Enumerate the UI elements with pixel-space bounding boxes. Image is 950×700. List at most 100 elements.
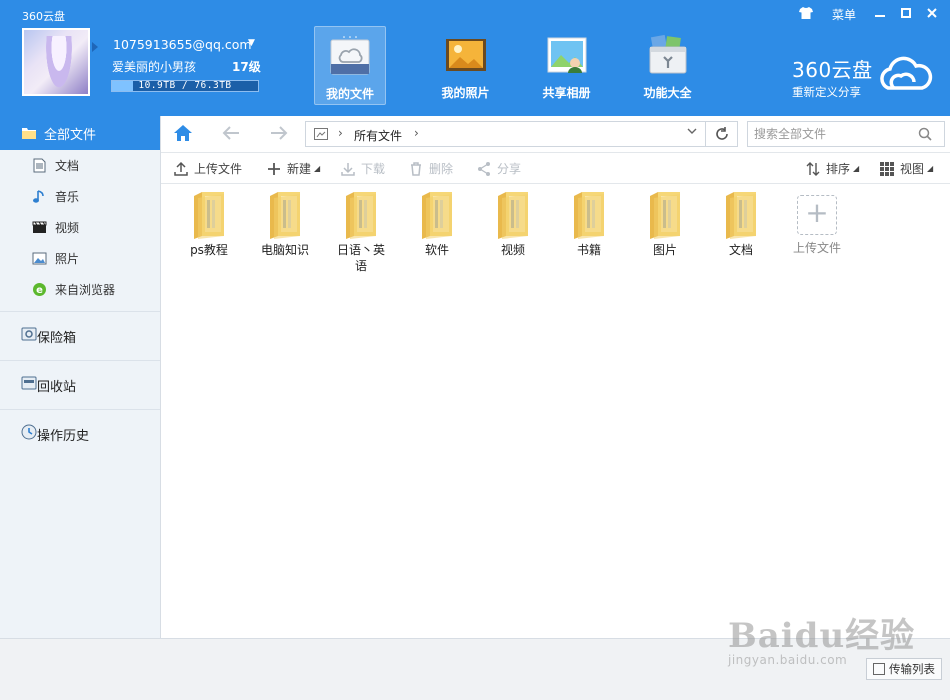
sort-button[interactable]: 排序 ◢ xyxy=(805,160,859,177)
folder-item[interactable]: 视频 xyxy=(475,190,551,258)
upload-tile[interactable]: + 上传文件 xyxy=(779,190,855,256)
photo-album-icon xyxy=(444,33,488,77)
sidebar-item-vault[interactable]: 保险箱 xyxy=(0,312,160,360)
folder-name: 图片 xyxy=(652,243,677,257)
search-icon[interactable] xyxy=(918,127,932,141)
download-icon xyxy=(340,161,356,177)
plus-icon xyxy=(266,161,282,177)
cloud-folder-icon xyxy=(328,34,372,78)
tab-my-photos[interactable]: 我的照片 xyxy=(415,26,516,105)
skin-shirt-icon[interactable] xyxy=(798,6,814,23)
cloud-logo-icon xyxy=(876,54,934,94)
folder-item[interactable]: 图片 xyxy=(627,190,703,258)
sidebar-item-photos[interactable]: 照片 xyxy=(0,243,160,274)
trash-icon xyxy=(408,161,424,177)
nav-tabs: 我的文件 我的照片 共享相册 功能大全 xyxy=(314,26,718,105)
download-button[interactable]: 下载 xyxy=(340,160,385,177)
folder-item[interactable]: 日语丶英语 xyxy=(323,190,399,274)
brand-slogan: 重新定义分享 xyxy=(792,85,861,99)
tab-functions[interactable]: 功能大全 xyxy=(617,26,718,105)
sort-icon xyxy=(805,161,821,177)
tab-label: 我的文件 xyxy=(325,87,374,101)
folder-name: 软件 xyxy=(424,243,449,257)
sidebar-item-recycle[interactable]: 回收站 xyxy=(0,361,160,409)
sidebar-item-documents[interactable]: 文档 xyxy=(0,150,160,181)
brand: 360云盘 重新定义分享 xyxy=(792,54,873,100)
chevron-down-icon: ◢ xyxy=(927,164,934,173)
share-label: 分享 xyxy=(497,162,522,176)
sidebar-item-music[interactable]: 音乐 xyxy=(0,181,160,212)
view-button[interactable]: 视图 ◢ xyxy=(879,160,933,177)
folder-icon xyxy=(496,190,530,240)
refresh-button[interactable] xyxy=(706,121,738,147)
folder-item[interactable]: 软件 xyxy=(399,190,475,258)
folder-name: 视频 xyxy=(500,243,525,257)
storage-bar: 10.9TB / 76.3TB xyxy=(111,80,259,92)
user-level: 17级 xyxy=(232,60,261,74)
path-chevron-icon: › xyxy=(338,126,343,140)
new-button[interactable]: 新建 ◢ xyxy=(266,160,320,177)
chevron-down-icon[interactable]: ▼ xyxy=(248,38,255,48)
grid-view-icon xyxy=(879,161,895,177)
upload-tile-label: 上传文件 xyxy=(792,241,841,255)
clock-icon xyxy=(21,424,37,444)
path-field[interactable]: › 所有文件 › xyxy=(305,121,706,147)
sidebar-item-browser[interactable]: e 来自浏览器 xyxy=(0,274,160,305)
back-arrow-icon[interactable] xyxy=(221,124,241,147)
tab-label: 功能大全 xyxy=(643,86,692,100)
path-chevron-icon[interactable]: › xyxy=(414,126,419,140)
app-title: 360云盘 xyxy=(22,10,65,23)
storage-text: 10.9TB / 76.3TB xyxy=(138,80,232,91)
forward-arrow-icon[interactable] xyxy=(269,124,289,147)
folder-item[interactable]: 书籍 xyxy=(551,190,627,258)
sidebar-item-videos[interactable]: 视频 xyxy=(0,212,160,243)
chevron-down-icon: ◢ xyxy=(314,164,321,173)
delete-button[interactable]: 删除 xyxy=(408,160,453,177)
upload-icon xyxy=(173,161,189,177)
tab-shared-album[interactable]: 共享相册 xyxy=(516,26,617,105)
folder-item[interactable]: 文档 xyxy=(703,190,779,258)
sidebar-item-history[interactable]: 操作历史 xyxy=(0,410,160,458)
picture-icon xyxy=(32,251,47,266)
maximize-icon[interactable] xyxy=(898,7,914,23)
sidebar-item-label: 照片 xyxy=(55,252,80,266)
sidebar-item-label: 全部文件 xyxy=(44,127,97,143)
path-text[interactable]: 所有文件 xyxy=(354,127,402,144)
sidebar-item-label: 回收站 xyxy=(37,379,77,395)
avatar[interactable] xyxy=(22,28,90,96)
user-email[interactable]: 1075913655@qq.com xyxy=(113,37,252,52)
tab-label: 我的照片 xyxy=(441,86,490,100)
minimize-icon[interactable] xyxy=(872,7,888,23)
tab-my-files[interactable]: 我的文件 xyxy=(314,26,386,105)
upload-button[interactable]: 上传文件 xyxy=(173,160,242,177)
folder-icon xyxy=(420,190,454,240)
search-input[interactable] xyxy=(748,122,908,146)
browser-e-icon: e xyxy=(32,282,47,297)
chevron-down-icon: ◢ xyxy=(853,164,860,173)
view-label: 视图 xyxy=(900,162,925,176)
menu-button[interactable]: 菜单 xyxy=(832,6,856,23)
sidebar-item-all-files[interactable]: 全部文件 xyxy=(0,116,160,150)
close-icon[interactable] xyxy=(924,7,940,23)
user-nickname: 爱美丽的小男孩 xyxy=(112,60,197,74)
folder-item[interactable]: ps教程 xyxy=(171,190,247,258)
folder-icon xyxy=(344,190,378,240)
download-label: 下载 xyxy=(361,162,386,176)
home-icon[interactable] xyxy=(173,124,193,142)
recycle-bin-icon xyxy=(21,375,37,395)
address-bar: › 所有文件 › xyxy=(161,116,950,152)
folder-icon xyxy=(268,190,302,240)
chevron-down-icon[interactable] xyxy=(686,125,698,140)
sort-label: 排序 xyxy=(826,162,851,176)
folder-name: ps教程 xyxy=(190,243,228,257)
svg-text:e: e xyxy=(36,285,43,296)
window-controls: 菜单 xyxy=(798,6,940,23)
folder-name: 书籍 xyxy=(576,243,601,257)
folder-name: 文档 xyxy=(728,243,753,257)
avatar-caret-icon xyxy=(92,42,98,52)
plus-icon: + xyxy=(797,195,837,235)
refresh-icon xyxy=(715,127,728,140)
share-button[interactable]: 分享 xyxy=(476,160,521,177)
folder-item[interactable]: 电脑知识 xyxy=(247,190,323,258)
folder-icon xyxy=(724,190,758,240)
